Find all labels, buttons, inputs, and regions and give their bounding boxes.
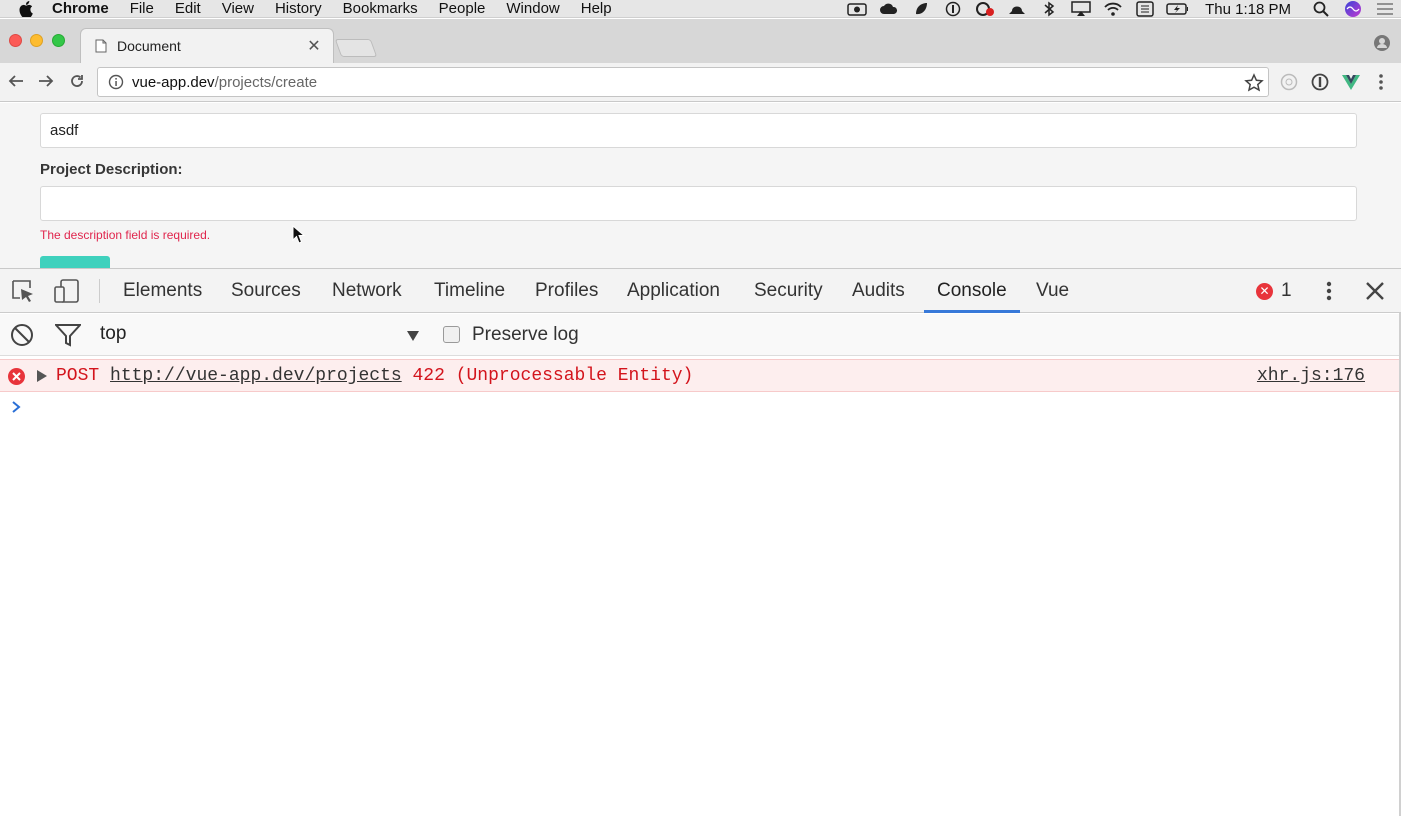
bluetooth-icon[interactable] <box>1038 1 1060 17</box>
airplay-icon[interactable] <box>1070 1 1092 17</box>
devtools-close-icon[interactable] <box>1364 280 1386 302</box>
console-prompt-icon[interactable] <box>10 400 24 414</box>
tab-elements[interactable]: Elements <box>123 269 202 313</box>
error-count-indicator[interactable]: ✕ 1 <box>1256 279 1292 303</box>
document-icon <box>95 39 107 53</box>
tab-timeline[interactable]: Timeline <box>434 269 505 313</box>
back-arrow-icon[interactable] <box>6 71 26 91</box>
window-zoom-button[interactable] <box>52 34 65 47</box>
request-url-link[interactable]: http://vue-app.dev/projects <box>110 366 402 386</box>
source-link[interactable]: xhr.js:176 <box>1257 366 1365 386</box>
password-manager-icon[interactable] <box>1310 72 1330 92</box>
devtools-tab-bar: Elements Sources Network Timeline Profil… <box>0 269 1401 313</box>
menu-history[interactable]: History <box>275 0 322 18</box>
tab-close-icon[interactable]: ✕ <box>305 37 323 55</box>
tab-audits[interactable]: Audits <box>852 269 905 313</box>
page-viewport: Project Description: The description fie… <box>0 103 1401 268</box>
error-badge-icon: ✕ <box>1256 282 1273 300</box>
hat-icon[interactable] <box>1006 1 1028 17</box>
filter-icon[interactable] <box>53 323 83 347</box>
console-error-message: POST http://vue-app.dev/projects 422 (Un… <box>0 359 1401 392</box>
menu-window[interactable]: Window <box>506 0 559 18</box>
vue-devtools-icon[interactable] <box>1341 72 1361 92</box>
wifi-icon[interactable] <box>1102 1 1124 17</box>
siri-icon[interactable] <box>1342 1 1364 17</box>
menu-help[interactable]: Help <box>581 0 612 18</box>
menubar-clock[interactable]: Thu 1:18 PM <box>1205 1 1291 18</box>
submit-button[interactable] <box>40 256 110 268</box>
tab-title: Document <box>117 38 181 54</box>
http-status: 422 (Unprocessable Entity) <box>412 366 694 386</box>
window-minimize-button[interactable] <box>30 34 43 47</box>
forward-arrow-icon[interactable] <box>36 71 56 91</box>
menu-view[interactable]: View <box>222 0 254 18</box>
menu-file[interactable]: File <box>130 0 154 18</box>
devtools-menu-icon[interactable] <box>1319 279 1339 303</box>
error-count: 1 <box>1281 280 1292 301</box>
address-url: vue-app.dev/projects/create <box>132 74 317 91</box>
context-selector[interactable]: top <box>100 323 126 345</box>
extension-circle-icon[interactable] <box>1279 72 1299 92</box>
menu-chrome[interactable]: Chrome <box>52 0 109 18</box>
tab-console[interactable]: Console <box>924 269 1020 313</box>
browser-tab-document[interactable]: Document ✕ <box>80 28 334 63</box>
mouse-cursor-icon <box>292 224 306 245</box>
chrome-tab-strip: Document ✕ <box>0 19 1401 63</box>
new-tab-button[interactable] <box>334 39 378 57</box>
toolbar-separator <box>99 279 100 303</box>
window-close-button[interactable] <box>9 34 22 47</box>
profile-icon[interactable] <box>1373 34 1391 52</box>
device-toolbar-icon[interactable] <box>54 279 79 303</box>
preserve-log-label[interactable]: Preserve log <box>472 324 579 346</box>
error-text: POST http://vue-app.dev/projects 422 (Un… <box>56 366 693 386</box>
tab-security[interactable]: Security <box>754 269 823 313</box>
status-area: Thu 1:18 PM <box>841 0 1401 18</box>
info-circle-icon[interactable] <box>942 1 964 17</box>
screen-record-icon[interactable] <box>846 1 868 17</box>
menu-people[interactable]: People <box>439 0 486 18</box>
context-dropdown-arrow-icon[interactable] <box>406 329 420 341</box>
inspect-element-icon[interactable] <box>11 279 35 303</box>
chrome-menu-icon[interactable] <box>1371 72 1391 92</box>
site-info-icon[interactable] <box>108 74 124 90</box>
error-icon <box>8 368 25 385</box>
battery-charging-icon[interactable] <box>1166 1 1189 17</box>
tab-sources[interactable]: Sources <box>231 269 301 313</box>
menu-edit[interactable]: Edit <box>175 0 201 18</box>
preserve-log-checkbox[interactable] <box>443 326 460 343</box>
creative-cloud-icon[interactable] <box>974 1 996 17</box>
tab-application[interactable]: Application <box>627 269 720 313</box>
http-method: POST <box>56 366 100 386</box>
address-bar[interactable]: vue-app.dev/projects/create <box>97 67 1269 97</box>
spotlight-search-icon[interactable] <box>1310 1 1332 17</box>
expand-triangle-icon[interactable] <box>36 369 48 383</box>
project-description-label: Project Description: <box>40 161 183 178</box>
clear-console-icon[interactable] <box>10 323 34 347</box>
description-error-message: The description field is required. <box>40 228 211 242</box>
project-description-input[interactable] <box>40 186 1357 221</box>
browser-toolbar: vue-app.dev/projects/create <box>0 63 1401 102</box>
notification-center-icon[interactable] <box>1374 1 1396 17</box>
url-path: /projects/create <box>214 73 318 91</box>
tab-vue[interactable]: Vue <box>1036 269 1069 313</box>
tab-network[interactable]: Network <box>332 269 402 313</box>
leaf-icon[interactable] <box>910 1 932 17</box>
keyboard-layout-icon[interactable] <box>1134 1 1156 17</box>
reload-icon[interactable] <box>67 71 87 91</box>
macos-menubar: Chrome File Edit View History Bookmarks … <box>0 0 1401 18</box>
devtools-panel: Elements Sources Network Timeline Profil… <box>0 268 1401 816</box>
bookmark-star-icon[interactable] <box>1244 73 1264 93</box>
cloud-icon[interactable] <box>878 1 900 17</box>
url-host: vue-app.dev <box>132 73 215 91</box>
project-name-input[interactable] <box>40 113 1357 148</box>
tab-profiles[interactable]: Profiles <box>535 269 598 313</box>
menu-bookmarks[interactable]: Bookmarks <box>343 0 418 18</box>
console-toolbar: top Preserve log <box>0 314 1401 356</box>
apple-icon[interactable] <box>18 0 34 17</box>
